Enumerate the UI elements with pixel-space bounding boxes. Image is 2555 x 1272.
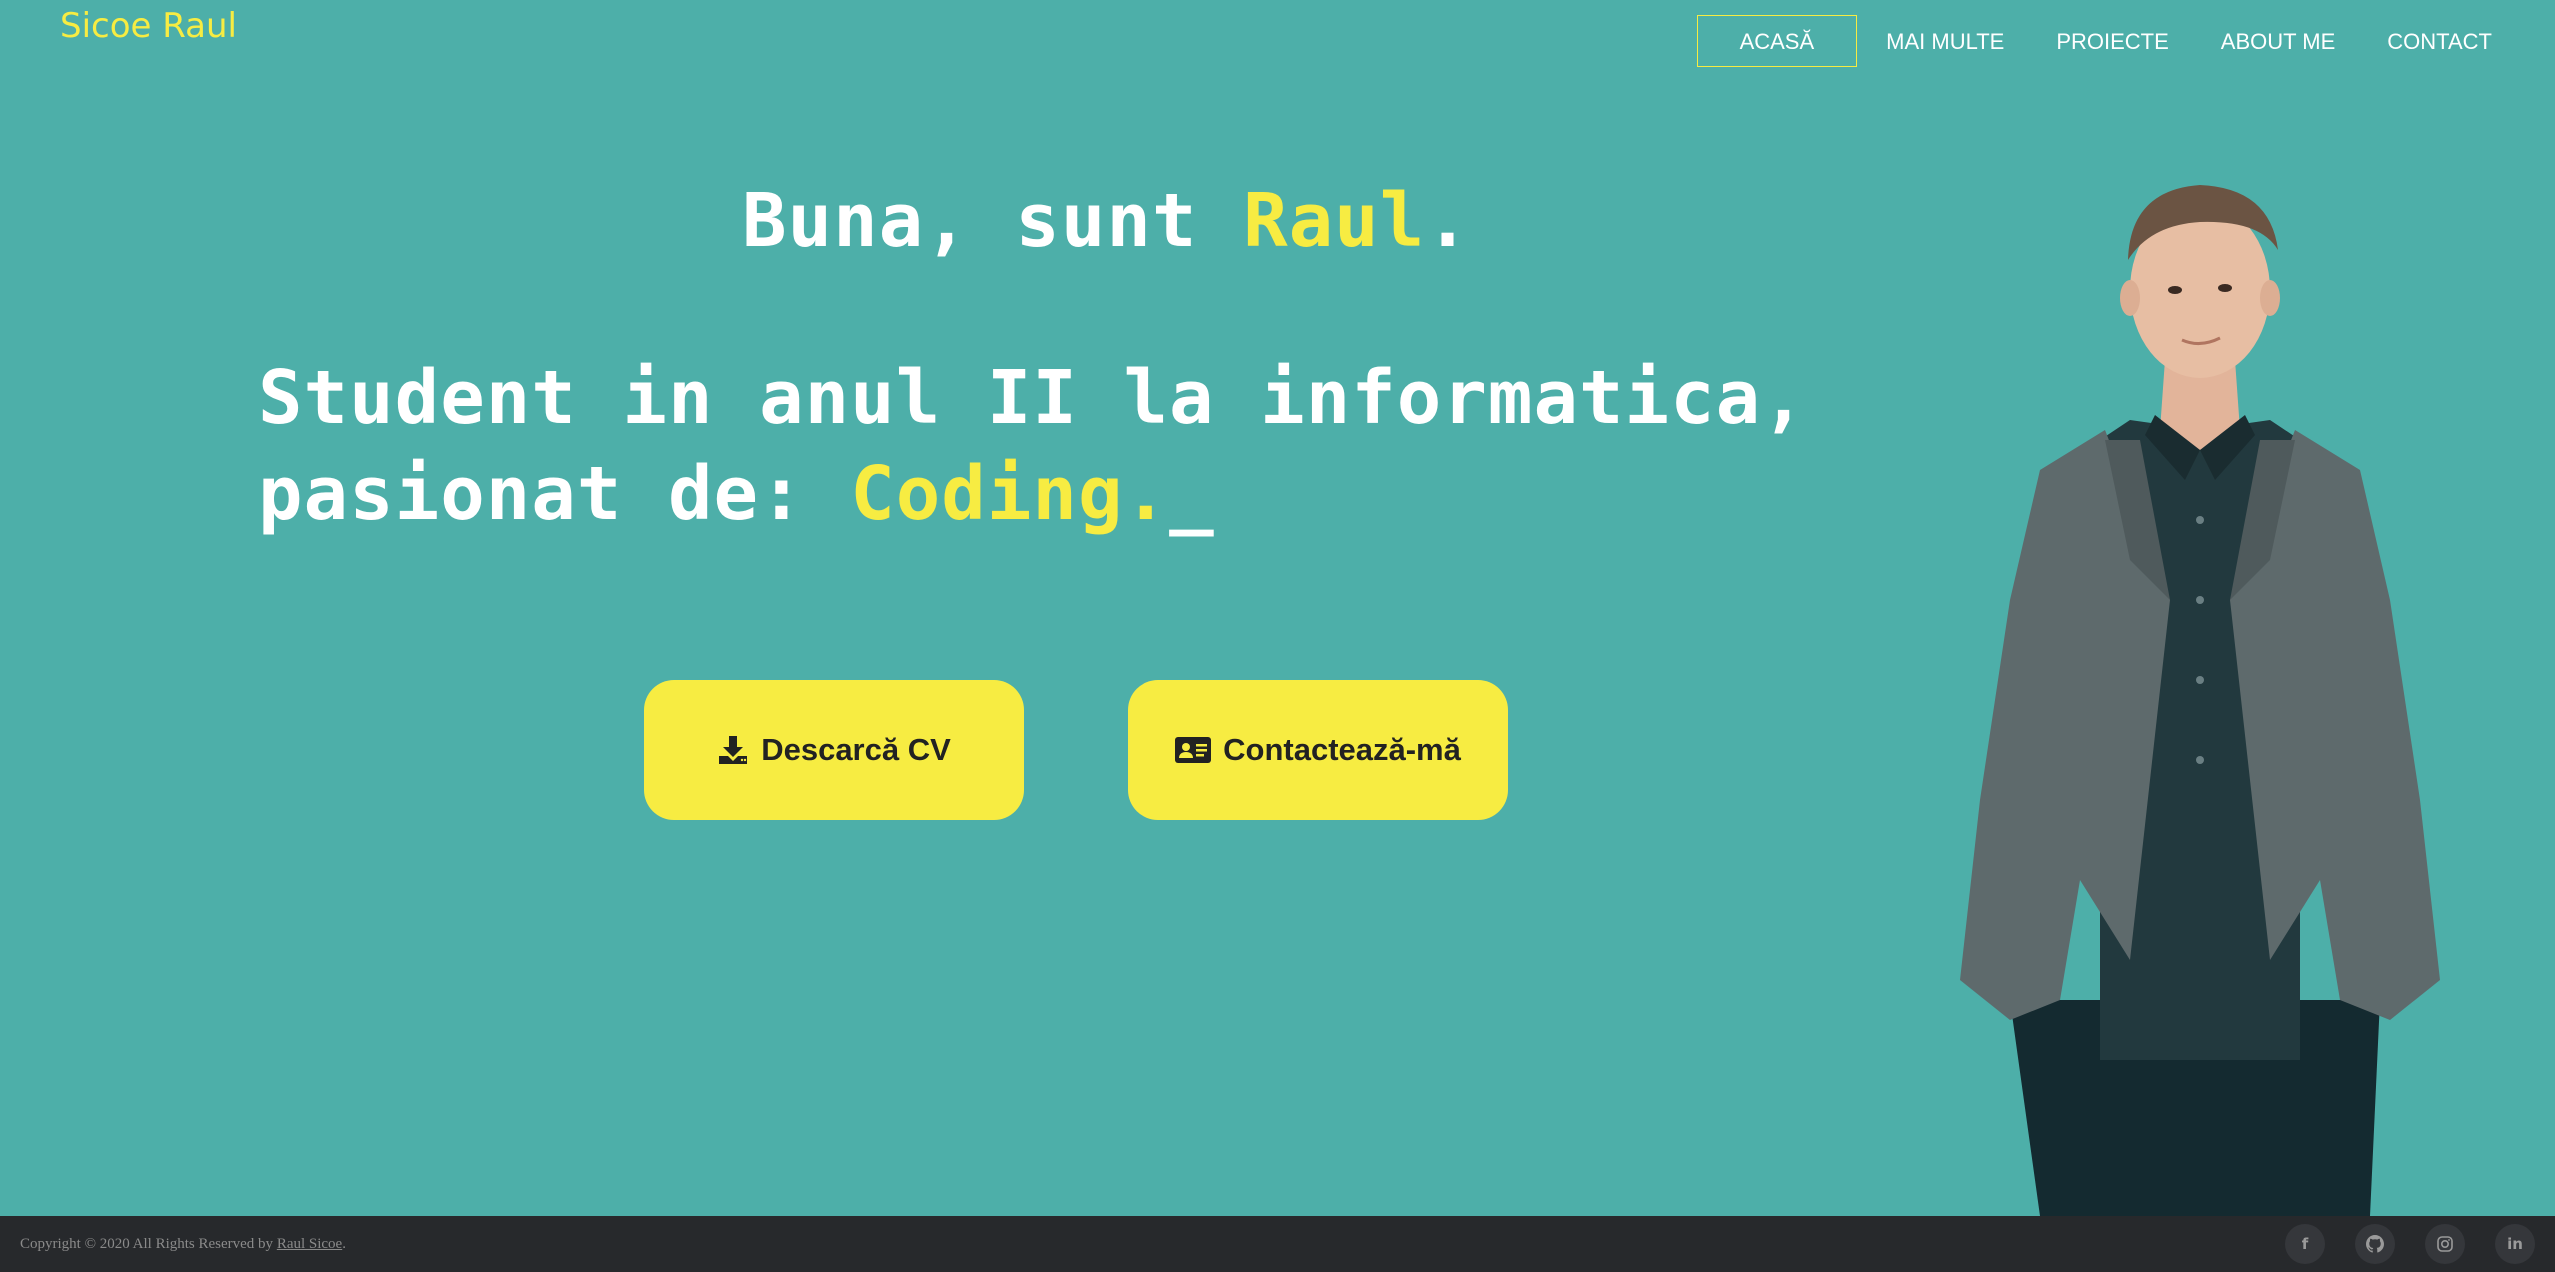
typed-word: Coding. <box>850 451 1170 537</box>
tagline-line1: Student in anul II la informatica, <box>258 355 1807 441</box>
nav-item-mai-multe[interactable]: MAI MULTE <box>1863 15 2027 67</box>
typing-cursor: _ <box>1169 451 1215 537</box>
nav-item-acasa[interactable]: ACASĂ <box>1696 15 1858 67</box>
greeting-prefix: Buna, sunt <box>742 178 1244 264</box>
site-footer: Copyright © 2020 All Rights Reserved by … <box>0 1216 2555 1272</box>
nav-item-contact[interactable]: CONTACT <box>2364 15 2515 67</box>
id-card-icon <box>1175 735 1212 765</box>
download-cv-button[interactable]: Descarcă CV <box>644 680 1024 820</box>
copyright-author-link[interactable]: Raul Sicoe <box>277 1236 342 1252</box>
facebook-glyph: f <box>2301 1235 2309 1253</box>
hero-tagline: Student in anul II la informatica, pasio… <box>258 350 1807 542</box>
hero-greeting: Buna, sunt Raul. <box>742 178 1471 264</box>
greeting-name: Raul <box>1243 178 1426 264</box>
tagline-line2: pasionat de: Coding._ <box>258 446 1807 542</box>
contact-me-label: Contactează-mă <box>1223 732 1461 767</box>
download-cv-label: Descarcă CV <box>761 732 951 767</box>
tagline-prefix: pasionat de: <box>258 451 851 537</box>
greeting-suffix: . <box>1425 178 1471 264</box>
nav-item-proiecte[interactable]: PROIECTE <box>2033 15 2191 67</box>
brand-logo[interactable]: Sicoe Raul <box>60 6 237 46</box>
linkedin-icon[interactable]: in <box>2495 1224 2535 1264</box>
nav-item-about-me[interactable]: ABOUT ME <box>2198 15 2359 67</box>
copyright-notice: Copyright © 2020 All Rights Reserved by … <box>20 1236 346 1253</box>
contact-me-button[interactable]: Contactează-mă <box>1128 680 1508 820</box>
github-icon[interactable] <box>2355 1224 2395 1264</box>
profile-photo <box>1960 185 2440 1216</box>
copyright-end: . <box>342 1235 346 1252</box>
copyright-text: Copyright © 2020 All Rights Reserved by <box>20 1235 277 1252</box>
download-icon <box>717 734 749 766</box>
main-nav: ACASĂ MAI MULTE PROIECTE ABOUT ME CONTAC… <box>1691 15 2515 67</box>
linkedin-glyph: in <box>2507 1235 2523 1253</box>
instagram-icon[interactable] <box>2425 1224 2465 1264</box>
social-links: f in <box>2285 1224 2535 1264</box>
facebook-icon[interactable]: f <box>2285 1224 2325 1264</box>
